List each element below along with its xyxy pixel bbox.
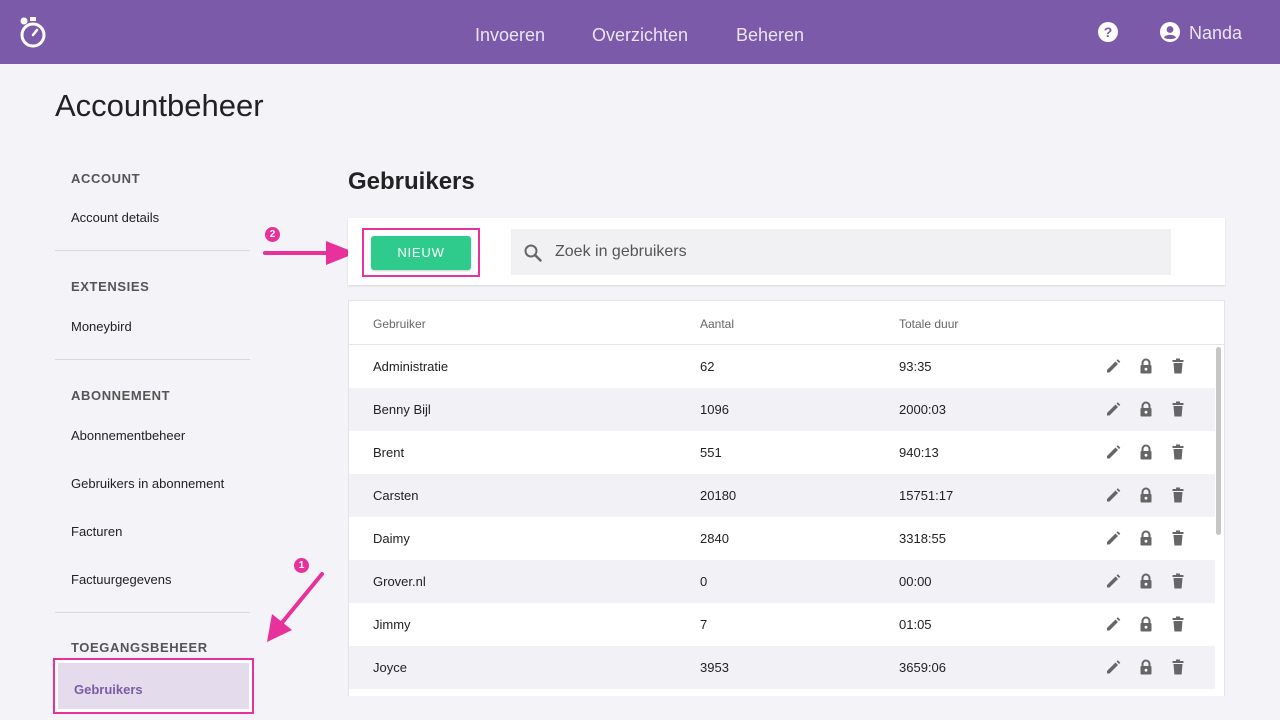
cell-aantal: 62: [700, 359, 715, 374]
cell-totale-duur: 93:35: [899, 359, 932, 374]
nav-invoeren[interactable]: Invoeren: [475, 0, 545, 64]
column-header-gebruiker[interactable]: Gebruiker: [373, 317, 426, 331]
edit-icon[interactable]: [1105, 659, 1121, 675]
lock-icon[interactable]: [1138, 659, 1154, 675]
top-bar: Invoeren Overzichten Beheren ? Nanda: [0, 0, 1280, 64]
trash-icon[interactable]: [1170, 487, 1186, 503]
trash-icon[interactable]: [1170, 358, 1186, 374]
sidebar-item-factuurgegevens[interactable]: Factuurgegevens: [71, 572, 171, 587]
nav-beheren[interactable]: Beheren: [736, 0, 804, 64]
lock-icon[interactable]: [1138, 444, 1154, 460]
users-table: Gebruiker Aantal Totale duur Administrat…: [348, 300, 1225, 696]
nav-overzichten[interactable]: Overzichten: [592, 0, 688, 64]
search-box[interactable]: [511, 229, 1171, 275]
column-header-aantal[interactable]: Aantal: [700, 317, 734, 331]
trash-icon[interactable]: [1170, 401, 1186, 417]
table-row[interactable]: Daimy 2840 3318:55: [349, 517, 1215, 560]
edit-icon[interactable]: [1105, 444, 1121, 460]
table-scrollbar[interactable]: [1213, 345, 1224, 696]
lock-icon[interactable]: [1138, 487, 1154, 503]
sidebar-divider: [55, 359, 250, 360]
lock-icon[interactable]: [1138, 358, 1154, 374]
sidebar-heading-abonnement: ABONNEMENT: [71, 388, 171, 403]
cell-totale-duur: 3659:06: [899, 660, 946, 675]
cell-aantal: 1096: [700, 402, 729, 417]
cell-totale-duur: 3318:55: [899, 531, 946, 546]
sidebar-item-facturen[interactable]: Facturen: [71, 524, 122, 539]
user-avatar-icon[interactable]: [1160, 22, 1180, 42]
lock-icon[interactable]: [1138, 616, 1154, 632]
cell-aantal: 3953: [700, 660, 729, 675]
cell-totale-duur: 940:13: [899, 445, 939, 460]
edit-icon[interactable]: [1105, 487, 1121, 503]
trash-icon[interactable]: [1170, 659, 1186, 675]
sidebar-divider: [55, 250, 250, 251]
sidebar-item-gebruikers-in-abonnement[interactable]: Gebruikers in abonnement: [71, 476, 224, 491]
cell-gebruiker: Grover.nl: [373, 574, 426, 589]
sidebar-item-moneybird[interactable]: Moneybird: [71, 319, 132, 334]
edit-icon[interactable]: [1105, 573, 1121, 589]
cell-gebruiker: Carsten: [373, 488, 419, 503]
cell-gebruiker: Daimy: [373, 531, 410, 546]
search-input[interactable]: [555, 229, 1155, 275]
users-toolbar: NIEUW: [348, 218, 1225, 285]
annotation-arrow-icon: [263, 241, 356, 265]
cell-gebruiker: Brent: [373, 445, 405, 460]
edit-icon[interactable]: [1105, 401, 1121, 417]
cell-gebruiker: Joyce: [373, 660, 407, 675]
search-icon: [524, 244, 542, 262]
page-title: Accountbeheer: [55, 88, 264, 123]
trash-icon[interactable]: [1170, 573, 1186, 589]
help-icon[interactable]: ?: [1098, 22, 1118, 42]
lock-icon[interactable]: [1138, 573, 1154, 589]
lock-icon[interactable]: [1138, 401, 1154, 417]
cell-aantal: 2840: [700, 531, 729, 546]
table-row[interactable]: Jimmy 7 01:05: [349, 603, 1215, 646]
cell-gebruiker: Administratie: [373, 359, 449, 374]
scrollbar-thumb[interactable]: [1216, 347, 1221, 535]
trash-icon[interactable]: [1170, 444, 1186, 460]
sidebar-divider: [55, 612, 250, 613]
sidebar-item-abonnementbeheer[interactable]: Abonnementbeheer: [71, 428, 185, 443]
edit-icon[interactable]: [1105, 530, 1121, 546]
cell-aantal: 20180: [700, 488, 737, 503]
table-row[interactable]: Benny Bijl 1096 2000:03: [349, 388, 1215, 431]
new-user-button[interactable]: NIEUW: [371, 236, 471, 270]
sidebar-heading-account: ACCOUNT: [71, 171, 141, 186]
table-row[interactable]: Grover.nl 0 00:00: [349, 560, 1215, 603]
cell-gebruiker: Benny Bijl: [373, 402, 431, 417]
sidebar-heading-toegangsbeheer: TOEGANGSBEHEER: [71, 640, 208, 655]
sidebar-item-account-details[interactable]: Account details: [71, 210, 159, 225]
sidebar-item-label: Gebruikers: [74, 682, 143, 697]
user-name[interactable]: Nanda: [1189, 0, 1242, 64]
cell-aantal: 7: [700, 617, 708, 632]
edit-icon[interactable]: [1105, 616, 1121, 632]
new-button-highlight: NIEUW: [362, 228, 480, 277]
section-title: Gebruikers: [348, 168, 475, 195]
table-row[interactable]: Brent 551 940:13: [349, 431, 1215, 474]
trash-icon[interactable]: [1170, 616, 1186, 632]
sidebar-heading-extensies: EXTENSIES: [71, 279, 150, 294]
cell-totale-duur: 2000:03: [899, 402, 946, 417]
column-header-totale-duur[interactable]: Totale duur: [899, 317, 958, 331]
stopwatch-logo-icon[interactable]: [18, 15, 48, 49]
cell-gebruiker: Jimmy: [373, 617, 411, 632]
cell-aantal: 551: [700, 445, 722, 460]
cell-aantal: 0: [700, 574, 708, 589]
table-row[interactable]: Administratie 62 93:35: [349, 345, 1215, 388]
cell-totale-duur: 15751:17: [899, 488, 954, 503]
trash-icon[interactable]: [1170, 530, 1186, 546]
cell-totale-duur: 01:05: [899, 617, 932, 632]
annotation-arrow-icon: [267, 572, 324, 642]
cell-totale-duur: 00:00: [899, 574, 932, 589]
sidebar-item-gebruikers[interactable]: Gebruikers: [53, 658, 254, 714]
edit-icon[interactable]: [1105, 358, 1121, 374]
table-row[interactable]: Carsten 20180 15751:17: [349, 474, 1215, 517]
table-row[interactable]: Joyce 3953 3659:06: [349, 646, 1215, 689]
lock-icon[interactable]: [1138, 530, 1154, 546]
